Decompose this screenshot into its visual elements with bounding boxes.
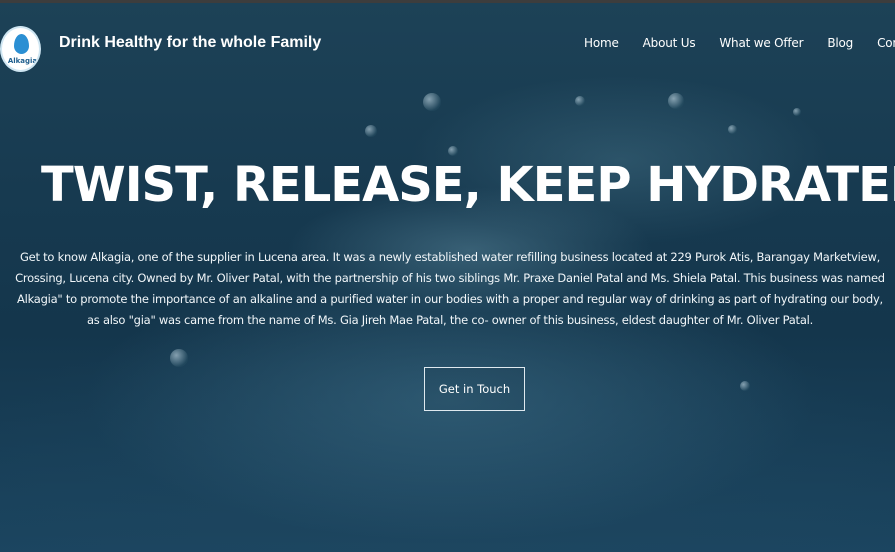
nav-item-about-us[interactable]: About Us	[643, 36, 696, 50]
water-droplet	[740, 381, 750, 391]
brand-title: Drink Healthy for the whole Family	[59, 34, 322, 51]
water-droplet	[170, 349, 188, 367]
intro-line: as also "gia" was came from the name of …	[87, 313, 813, 327]
navbar: Alkagia Drink Healthy for the whole Fami…	[0, 3, 895, 83]
nav-item-blog[interactable]: Blog	[827, 36, 853, 50]
nav-item-home[interactable]: Home	[584, 36, 619, 50]
intro-line: Alkagia" to promote the importance of an…	[17, 292, 883, 306]
water-droplet	[423, 93, 441, 111]
nav-item-what-we-offer[interactable]: What we Offer	[719, 36, 803, 50]
logo-text: Alkagia	[7, 57, 38, 65]
nav-menu: Home About Us What we Offer Blog Contact	[584, 36, 895, 50]
get-in-touch-button[interactable]: Get in Touch	[424, 367, 525, 411]
intro-line: Get to know Alkagia, one of the supplier…	[19, 250, 881, 264]
water-drop-icon	[14, 34, 29, 54]
water-droplet	[793, 108, 801, 116]
hero-intro-paragraph: Get to know Alkagia, one of the supplier…	[0, 247, 895, 331]
hero-headline: TWIST, RELEASE, KEEP HYDRATED	[41, 157, 895, 213]
water-droplet	[728, 125, 737, 134]
water-droplet	[668, 93, 684, 109]
water-droplet	[575, 96, 585, 106]
intro-line: Crossing, Lucena city. Owned by Mr. Oliv…	[15, 271, 885, 285]
water-droplet	[448, 146, 458, 156]
nav-item-contact[interactable]: Contact	[877, 36, 895, 50]
brand-logo[interactable]: Alkagia	[0, 26, 41, 72]
water-droplet	[365, 125, 377, 137]
